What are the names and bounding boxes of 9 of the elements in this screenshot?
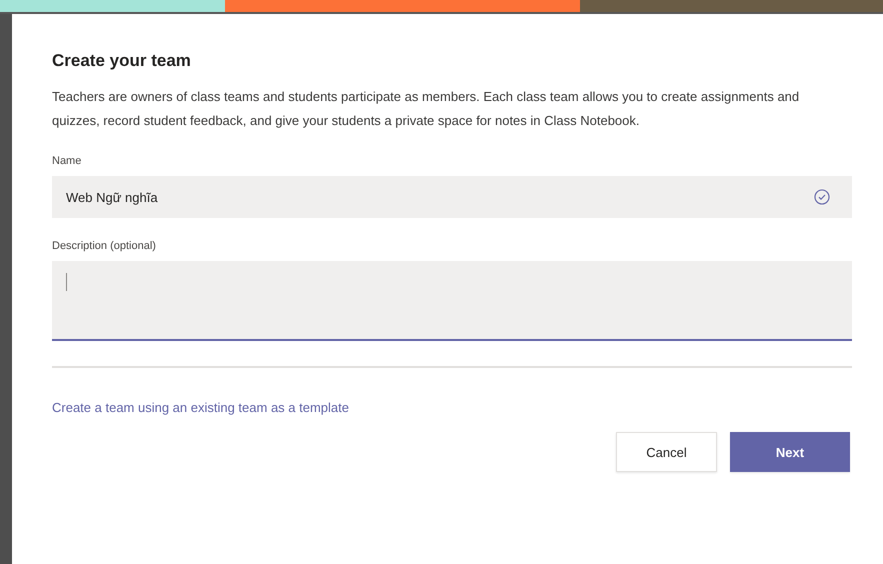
dialog-title: Create your team xyxy=(52,51,192,71)
dialog-description: Teachers are owners of class teams and students participate as members. Each class team allows you to create assignments and quizzes, record student feedback, and give your students a private space for notes in Class Notebook. xyxy=(52,88,800,130)
description-field[interactable] xyxy=(52,261,852,341)
name-field[interactable]: Web Ngữ nghĩa xyxy=(52,176,852,218)
template-link[interactable]: Create a team using an existing team as a template xyxy=(52,400,349,415)
field-label: Description (optional) xyxy=(52,240,157,252)
next-button[interactable]: Next xyxy=(730,432,850,472)
field-label: Name xyxy=(52,155,82,167)
cancel-button[interactable]: Cancel xyxy=(616,432,717,472)
